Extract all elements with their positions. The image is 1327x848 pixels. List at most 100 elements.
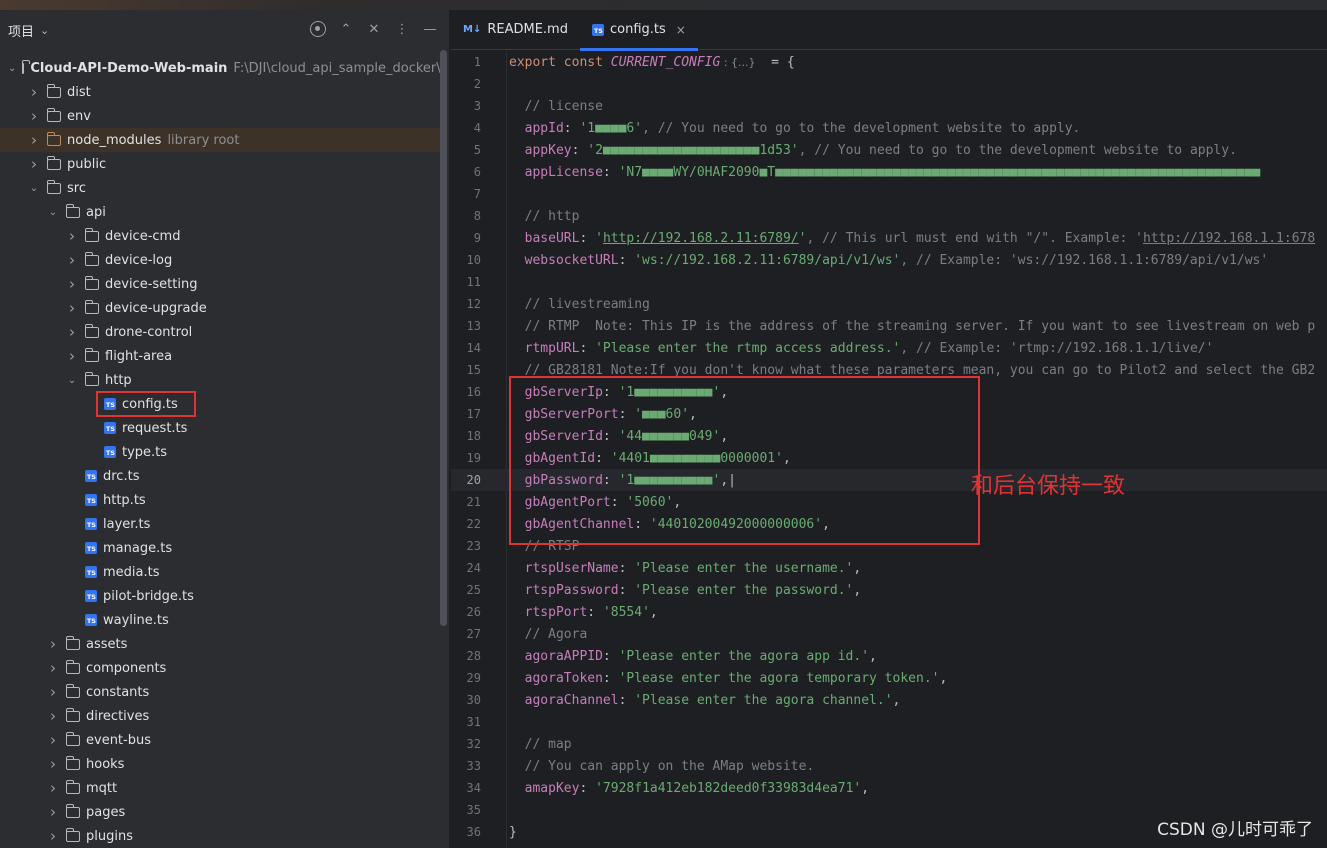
code-line[interactable]: 26 rtspPort: '8554', [451,601,1327,623]
tree-item[interactable]: TS layer.ts [0,512,440,536]
tree-item[interactable]: › plugins [0,824,440,848]
code-line[interactable]: 29 agoraToken: 'Please enter the agora t… [451,667,1327,689]
code-line[interactable]: 33 // You can apply on the AMap website. [451,755,1327,777]
chevron-right-icon[interactable]: › [65,323,79,341]
code-line[interactable]: 30 agoraChannel: 'Please enter the agora… [451,689,1327,711]
chevron-down-icon[interactable]: ⌄ [40,24,49,37]
tree-item[interactable]: TS request.ts [0,416,440,440]
chevron-right-icon[interactable]: › [65,275,79,293]
code-line[interactable]: 32 // map [451,733,1327,755]
code-line[interactable]: 13 // RTMP Note: This IP is the address … [451,315,1327,337]
tree-item[interactable]: TS pilot-bridge.ts [0,584,440,608]
tree-item[interactable]: › dist [0,80,440,104]
tree-item[interactable]: › mqtt [0,776,440,800]
code-token: , [869,648,877,664]
collapse-all-icon[interactable]: ✕ [365,20,383,38]
code-token: , [853,560,862,576]
code-token: 'Please enter the username.' [634,560,854,576]
chevron-right-icon[interactable]: › [46,731,60,749]
chevron-right-icon[interactable]: › [65,251,79,269]
code-line[interactable]: 27 // Agora [451,623,1327,645]
tree-item[interactable]: ⌄ api [0,200,440,224]
code-line[interactable]: 14 rtmpURL: 'Please enter the rtmp acces… [451,337,1327,359]
tree-item[interactable]: › device-log [0,248,440,272]
line-number: 17 [466,407,481,421]
tree-item[interactable]: › directives [0,704,440,728]
chevron-right-icon[interactable]: › [46,659,60,677]
code-line[interactable]: 7 [451,183,1327,205]
code-line[interactable]: 2 [451,73,1327,95]
code-line[interactable]: 5 appKey: '2■■■■■■■■■■■■■■■■■■■■1d53', /… [451,139,1327,161]
tree-item[interactable]: › components [0,656,440,680]
tree-item[interactable]: › device-cmd [0,224,440,248]
chevron-right-icon[interactable]: › [46,683,60,701]
tree-item[interactable]: TS manage.ts [0,536,440,560]
tree-item-label: device-cmd [105,228,181,244]
tree-item[interactable]: › hooks [0,752,440,776]
editor-tab[interactable]: M↓ README.md [451,10,580,50]
code-line[interactable]: 24 rtspUserName: 'Please enter the usern… [451,557,1327,579]
chevron-right-icon[interactable]: › [46,803,60,821]
code-line[interactable]: 1 export const CURRENT_CONFIG : {...} = { [451,51,1327,73]
chevron-right-icon[interactable]: › [65,347,79,365]
tree-item[interactable]: › device-upgrade [0,296,440,320]
line-number: 35 [466,803,481,817]
tree-item[interactable]: › flight-area [0,344,440,368]
tree-item[interactable]: TS drc.ts [0,464,440,488]
tree-item-label: pages [86,804,126,820]
tree-item[interactable]: › event-bus [0,728,440,752]
code-line[interactable]: 34 amapKey: '7928f1a412eb182deed0f33983d… [451,777,1327,799]
code-token: , [649,604,658,620]
chevron-down-icon[interactable]: ⌄ [8,63,16,74]
tree-item[interactable]: › constants [0,680,440,704]
close-icon[interactable]: × [676,23,686,37]
tree-item[interactable]: › assets [0,632,440,656]
code-line[interactable]: 10 websocketURL: 'ws://192.168.2.11:6789… [451,249,1327,271]
code-line[interactable]: 25 rtspPassword: 'Please enter the passw… [451,579,1327,601]
project-scrollbar[interactable] [440,50,447,626]
tree-item[interactable]: TS type.ts [0,440,440,464]
code-line[interactable]: 12 // livestreaming [451,293,1327,315]
code-line[interactable]: 9 baseURL: ' http://192.168.2.11:6789/', … [451,227,1327,249]
tree-item[interactable]: › pages [0,800,440,824]
tree-item[interactable]: TS config.ts [0,391,440,417]
chevron-right-icon[interactable]: › [46,755,60,773]
tree-item[interactable]: › public [0,152,440,176]
expand-all-icon[interactable]: ⌃ [337,20,355,38]
code-line[interactable]: 31 [451,711,1327,733]
chevron-down-icon[interactable]: ⌄ [65,375,79,386]
code-line[interactable]: 11 [451,271,1327,293]
chevron-right-icon[interactable]: › [65,227,79,245]
tree-item[interactable]: › env [0,104,440,128]
chevron-right-icon[interactable]: › [27,131,41,149]
tree-item[interactable]: TS http.ts [0,488,440,512]
code-line[interactable]: 6 appLicense: 'N7■■■■WY/0HAF2090■T■■■■■■… [451,161,1327,183]
locate-target-icon[interactable] [309,20,327,38]
chevron-right-icon[interactable]: › [46,779,60,797]
line-number: 15 [466,363,481,377]
chevron-down-icon[interactable]: ⌄ [27,183,41,194]
code-line[interactable]: 3 // license [451,95,1327,117]
chevron-right-icon[interactable]: › [27,83,41,101]
code-line[interactable]: 8 // http [451,205,1327,227]
tree-item[interactable]: ⌄ http [0,368,440,392]
tree-item[interactable]: ⌄ Cloud-API-Demo-Web-main F:\DJI\cloud_api… [0,56,449,80]
editor-tab[interactable]: TS config.ts × [579,10,698,51]
tree-item[interactable]: › drone-control [0,320,440,344]
chevron-right-icon[interactable]: › [46,827,60,845]
chevron-right-icon[interactable]: › [46,707,60,725]
hide-panel-icon[interactable]: — [421,20,439,38]
tree-item[interactable]: › device-setting [0,272,440,296]
tree-item[interactable]: TS wayline.ts [0,608,440,632]
chevron-right-icon[interactable]: › [27,107,41,125]
code-line[interactable]: 28 agoraAPPID: 'Please enter the agora a… [451,645,1327,667]
chevron-right-icon[interactable]: › [27,155,41,173]
tree-item[interactable]: › node_modules library root [0,128,440,152]
chevron-right-icon[interactable]: › [46,635,60,653]
tree-item[interactable]: TS media.ts [0,560,440,584]
chevron-down-icon[interactable]: ⌄ [46,207,60,218]
code-line[interactable]: 4 appId: '1■■■■6', // You need to go to … [451,117,1327,139]
more-options-icon[interactable]: ⋮ [393,20,411,38]
chevron-right-icon[interactable]: › [65,299,79,317]
tree-item[interactable]: ⌄ src [0,176,440,200]
